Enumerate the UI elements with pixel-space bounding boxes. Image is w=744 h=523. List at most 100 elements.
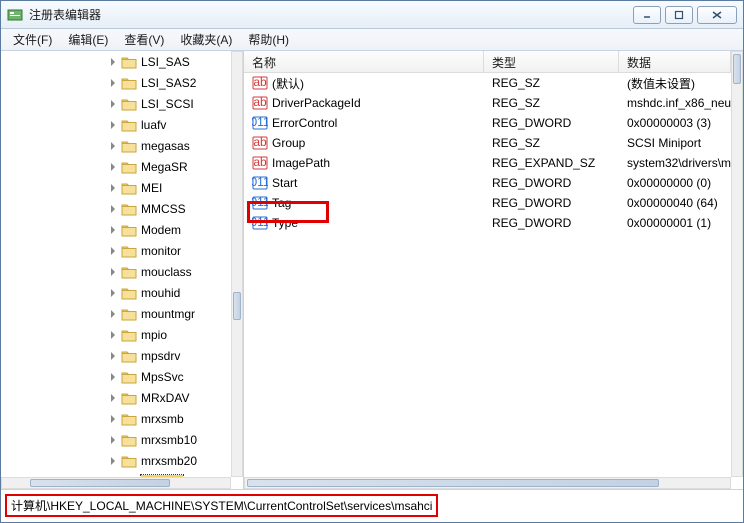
tree-item[interactable]: megasas <box>1 135 231 156</box>
list-row[interactable]: abGroupREG_SZSCSI Miniport <box>244 133 731 153</box>
folder-icon <box>121 244 137 258</box>
tree-item[interactable]: mpio <box>1 324 231 345</box>
svg-text:011: 011 <box>252 175 268 189</box>
expand-icon[interactable] <box>107 245 119 257</box>
menu-edit[interactable]: 编辑(E) <box>60 29 116 50</box>
value-data: system32\drivers\m <box>619 156 731 170</box>
column-header-name[interactable]: 名称 <box>244 51 484 72</box>
list-row[interactable]: 011TagREG_DWORD0x00000040 (64) <box>244 193 731 213</box>
list-horizontal-scrollbar[interactable] <box>244 477 731 489</box>
expand-icon[interactable] <box>107 350 119 362</box>
svg-text:011: 011 <box>252 215 268 229</box>
expand-icon[interactable] <box>107 161 119 173</box>
expand-icon[interactable] <box>107 77 119 89</box>
expand-icon[interactable] <box>107 203 119 215</box>
tree-item[interactable]: mouclass <box>1 261 231 282</box>
maximize-button[interactable] <box>665 6 693 24</box>
tree-item[interactable]: mrxsmb10 <box>1 429 231 450</box>
value-type: REG_SZ <box>484 136 619 150</box>
expand-icon[interactable] <box>107 434 119 446</box>
tree-item[interactable]: MEI <box>1 177 231 198</box>
value-bin-icon: 011 <box>252 115 268 131</box>
list-row[interactable]: abImagePathREG_EXPAND_SZsystem32\drivers… <box>244 153 731 173</box>
value-name: Tag <box>272 196 291 210</box>
tree-item[interactable]: MegaSR <box>1 156 231 177</box>
tree-item[interactable]: MMCSS <box>1 198 231 219</box>
minimize-button[interactable] <box>633 6 661 24</box>
value-str-icon: ab <box>252 135 268 151</box>
expand-icon[interactable] <box>107 308 119 320</box>
folder-icon <box>121 286 137 300</box>
list-row[interactable]: 011StartREG_DWORD0x00000000 (0) <box>244 173 731 193</box>
tree-item-label: MEI <box>141 181 162 195</box>
column-header-type[interactable]: 类型 <box>484 51 619 72</box>
value-name: ErrorControl <box>272 116 337 130</box>
folder-icon <box>121 349 137 363</box>
expand-icon[interactable] <box>107 266 119 278</box>
tree-item-label: LSI_SAS <box>141 55 190 69</box>
tree-view[interactable]: LSI_SAS LSI_SAS2LSI_SCSIluafv megasas MegaS… <box>1 51 231 477</box>
tree-item[interactable]: mrxsmb20 <box>1 450 231 471</box>
list-row[interactable]: ab(默认)REG_SZ(数值未设置) <box>244 73 731 93</box>
menu-bar: 文件(F) 编辑(E) 查看(V) 收藏夹(A) 帮助(H) <box>1 29 743 51</box>
value-str-icon: ab <box>252 75 268 91</box>
tree-vertical-scrollbar[interactable] <box>231 51 243 477</box>
tree-item[interactable]: LSI_SAS <box>1 51 231 72</box>
list-view[interactable]: ab(默认)REG_SZ(数值未设置)abDriverPackageIdREG_… <box>244 73 731 477</box>
value-type: REG_SZ <box>484 96 619 110</box>
tree-horizontal-scrollbar[interactable] <box>1 477 231 489</box>
tree-item-label: mrxsmb20 <box>141 454 197 468</box>
value-name: (默认) <box>272 75 304 92</box>
tree-item-label: mouhid <box>141 286 180 300</box>
expand-icon[interactable] <box>107 119 119 131</box>
expand-icon[interactable] <box>107 392 119 404</box>
expand-icon[interactable] <box>107 455 119 467</box>
expand-icon[interactable] <box>107 371 119 383</box>
value-data: 0x00000040 (64) <box>619 196 731 210</box>
folder-icon <box>121 223 137 237</box>
tree-item[interactable]: mouhid <box>1 282 231 303</box>
value-name: Group <box>272 136 305 150</box>
tree-item-label: mpio <box>141 328 167 342</box>
tree-item-label: MegaSR <box>141 160 188 174</box>
tree-item[interactable]: Modem <box>1 219 231 240</box>
value-type: REG_SZ <box>484 76 619 90</box>
tree-item[interactable]: MpsSvc <box>1 366 231 387</box>
list-row[interactable]: 011TypeREG_DWORD0x00000001 (1) <box>244 213 731 233</box>
list-vertical-scrollbar[interactable] <box>731 51 743 477</box>
expand-icon[interactable] <box>107 182 119 194</box>
tree-item[interactable]: monitor <box>1 240 231 261</box>
expand-icon[interactable] <box>107 287 119 299</box>
tree-item[interactable]: LSI_SAS2 <box>1 72 231 93</box>
tree-item[interactable]: luafv <box>1 114 231 135</box>
tree-item[interactable]: mrxsmb <box>1 408 231 429</box>
tree-item[interactable]: mpsdrv <box>1 345 231 366</box>
menu-favorites[interactable]: 收藏夹(A) <box>172 29 240 50</box>
tree-item[interactable]: mountmgr <box>1 303 231 324</box>
tree-item[interactable]: LSI_SCSI <box>1 93 231 114</box>
close-button[interactable] <box>697 6 737 24</box>
expand-icon[interactable] <box>107 224 119 236</box>
menu-help[interactable]: 帮助(H) <box>240 29 297 50</box>
expand-icon[interactable] <box>107 56 119 68</box>
list-row[interactable]: 011ErrorControlREG_DWORD0x00000003 (3) <box>244 113 731 133</box>
expand-icon[interactable] <box>107 413 119 425</box>
menu-file[interactable]: 文件(F) <box>5 29 60 50</box>
folder-icon <box>121 118 137 132</box>
tree-item[interactable]: MRxDAV <box>1 387 231 408</box>
expand-icon[interactable] <box>107 98 119 110</box>
folder-icon <box>121 181 137 195</box>
value-name: Type <box>272 216 298 230</box>
tree-item-label: mpsdrv <box>141 349 180 363</box>
value-data: 0x00000001 (1) <box>619 216 731 230</box>
menu-view[interactable]: 查看(V) <box>116 29 172 50</box>
value-type: REG_EXPAND_SZ <box>484 156 619 170</box>
column-header-data[interactable]: 数据 <box>619 51 731 72</box>
expand-icon[interactable] <box>107 140 119 152</box>
expand-icon[interactable] <box>107 329 119 341</box>
tree-item-label: megasas <box>141 139 190 153</box>
list-row[interactable]: abDriverPackageIdREG_SZmshdc.inf_x86_neu… <box>244 93 731 113</box>
tree-item-label: mouclass <box>141 265 192 279</box>
title-bar: 注册表编辑器 <box>1 1 743 29</box>
tree-item-label: mrxsmb <box>141 412 184 426</box>
